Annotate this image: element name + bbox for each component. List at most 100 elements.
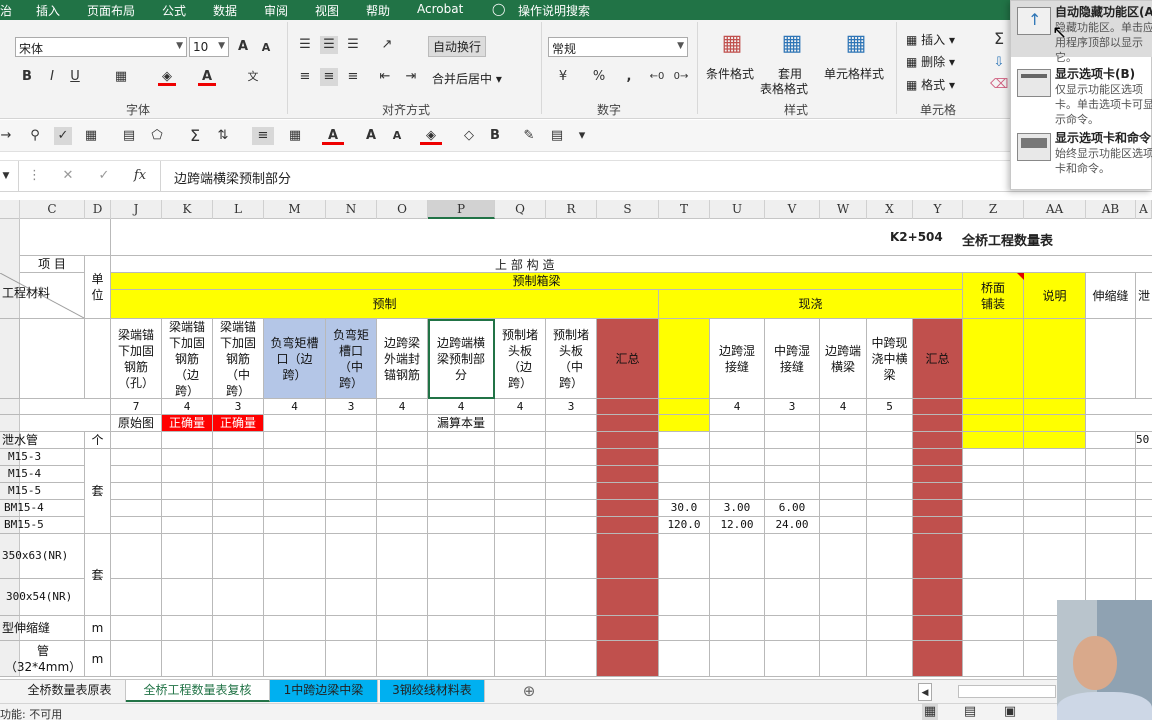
cell[interactable] [162, 500, 213, 517]
cell[interactable] [765, 534, 820, 579]
count-cell[interactable]: 5 [867, 399, 913, 415]
row-label[interactable]: M15-3 [0, 449, 85, 466]
cell[interactable] [820, 517, 867, 534]
cell[interactable] [20, 219, 111, 256]
cell[interactable] [597, 641, 659, 677]
cell[interactable] [867, 579, 913, 616]
cell[interactable] [1086, 466, 1136, 483]
clear-icon[interactable]: ⌫ [990, 76, 1008, 94]
cell[interactable] [495, 641, 546, 677]
cell[interactable] [867, 641, 913, 677]
cell[interactable] [1024, 466, 1086, 483]
border-icon[interactable]: ▦ [112, 68, 130, 86]
form-icon[interactable]: ▤ [120, 127, 138, 145]
cell[interactable] [162, 616, 213, 641]
shrink-font-icon[interactable]: A [260, 39, 272, 57]
header-note[interactable]: 说明 [1024, 273, 1086, 319]
delete-cells-button[interactable]: ▦ 删除 ▾ [906, 53, 955, 70]
cancel-icon[interactable]: ✕ [60, 167, 76, 185]
zoom-icon[interactable]: ⚲ [26, 127, 44, 145]
cell[interactable] [428, 466, 495, 483]
count-cell[interactable]: 4 [820, 399, 867, 415]
value-cell[interactable]: 30.0 [659, 500, 710, 517]
cell[interactable] [1086, 483, 1136, 500]
cell[interactable] [710, 534, 765, 579]
cell[interactable] [963, 483, 1024, 500]
cell[interactable] [659, 534, 710, 579]
subheader-cell[interactable]: 负弯矩 槽口 （中 跨） [326, 319, 377, 399]
conditional-format-icon[interactable]: ▦ [718, 30, 746, 58]
cell[interactable] [867, 534, 913, 579]
count-cell[interactable]: 4 [428, 399, 495, 415]
comment-indicator-icon[interactable] [1017, 273, 1024, 280]
column-header[interactable]: J [111, 200, 162, 219]
value-cell[interactable]: 50 [1136, 432, 1152, 449]
cell[interactable] [213, 517, 264, 534]
cell[interactable] [111, 432, 162, 449]
cell[interactable] [0, 415, 111, 432]
cell[interactable] [264, 616, 326, 641]
cell[interactable] [1086, 449, 1136, 466]
cell[interactable] [710, 641, 765, 677]
cell[interactable] [111, 500, 162, 517]
unit-cell[interactable]: 套 [85, 449, 111, 534]
cell[interactable] [820, 534, 867, 579]
cell[interactable] [597, 483, 659, 500]
cell[interactable] [326, 641, 377, 677]
cell[interactable] [820, 579, 867, 616]
enter-icon[interactable]: ✓ [96, 167, 112, 185]
cell[interactable] [710, 432, 765, 449]
cell[interactable] [162, 449, 213, 466]
cell[interactable] [913, 534, 963, 579]
count-cell[interactable]: 3 [213, 399, 264, 415]
cell[interactable] [213, 449, 264, 466]
cell[interactable] [913, 579, 963, 616]
row-label[interactable]: M15-5 [0, 483, 85, 500]
cell[interactable] [597, 534, 659, 579]
normal-view-icon[interactable]: ▦ [922, 704, 938, 720]
note-cell[interactable]: 原始图 [111, 415, 162, 432]
menu-item-start[interactable]: 治 [0, 2, 12, 19]
column-header[interactable]: O [377, 200, 428, 219]
value-cell[interactable]: 12.00 [710, 517, 765, 534]
cell[interactable] [913, 415, 963, 432]
sheet-tab[interactable]: 全桥数量表原表 [14, 680, 126, 702]
cell[interactable] [111, 449, 162, 466]
cell[interactable] [111, 534, 162, 579]
unit-cell[interactable]: 套 [85, 534, 111, 616]
page-break-view-icon[interactable]: ▣ [1002, 704, 1018, 720]
cell[interactable] [264, 517, 326, 534]
cell[interactable] [213, 432, 264, 449]
menu-item-formulas[interactable]: 公式 [162, 2, 186, 19]
cell[interactable] [213, 483, 264, 500]
cell[interactable] [765, 415, 820, 432]
cell[interactable] [428, 432, 495, 449]
cell[interactable] [659, 641, 710, 677]
menu-item-page-layout[interactable]: 页面布局 [87, 2, 135, 19]
menu-item-help[interactable]: 帮助 [366, 2, 390, 19]
count-cell[interactable] [913, 399, 963, 415]
cell[interactable] [546, 517, 597, 534]
font-color-icon[interactable]: A [198, 68, 216, 86]
row-label[interactable]: 300x54(NR) [0, 579, 85, 616]
cell[interactable] [1024, 517, 1086, 534]
unit-cell[interactable]: m [85, 616, 111, 641]
cell[interactable] [710, 483, 765, 500]
column-header[interactable]: AB [1086, 200, 1136, 219]
column-header-selected[interactable]: P [428, 200, 495, 219]
row-label[interactable]: 型伸缩缝 [0, 616, 85, 641]
subheader-cell[interactable] [659, 319, 710, 399]
cell[interactable] [867, 616, 913, 641]
cell[interactable] [765, 579, 820, 616]
cell[interactable] [710, 579, 765, 616]
cell[interactable] [1024, 432, 1086, 449]
header-precast[interactable]: 预制 [111, 290, 659, 319]
row-label[interactable]: 350x63(NR) [0, 534, 85, 579]
cell[interactable] [162, 432, 213, 449]
cell[interactable] [867, 432, 913, 449]
subheader-cell[interactable]: 边跨梁 外端封 锚钢筋 [377, 319, 428, 399]
count-cell[interactable]: 4 [495, 399, 546, 415]
cell[interactable] [326, 483, 377, 500]
cell[interactable] [495, 534, 546, 579]
count-cell[interactable]: 3 [765, 399, 820, 415]
